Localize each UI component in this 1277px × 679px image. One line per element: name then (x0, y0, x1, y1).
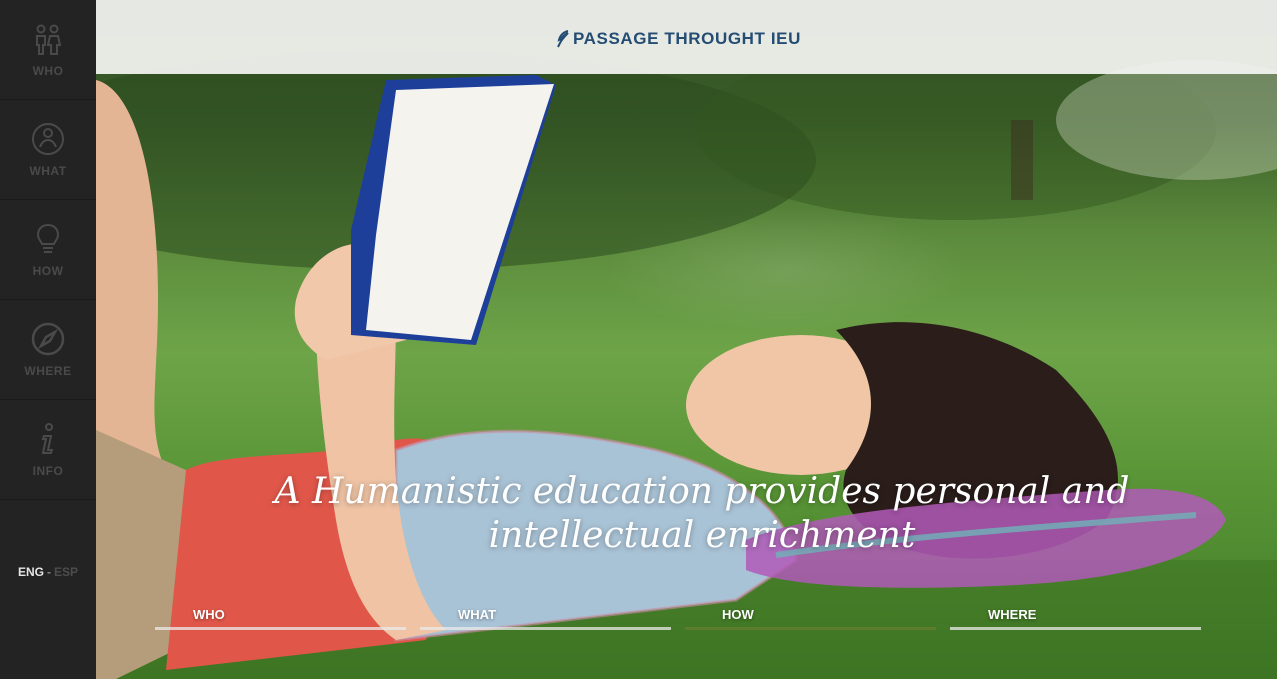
hero-headline: A Humanistic education provides personal… (274, 471, 1130, 556)
sidebar-item-label: INFO (32, 463, 64, 478)
lang-esp[interactable]: ESP (54, 565, 78, 579)
section-nav: WHO WHAT HOW WHERE (155, 604, 1201, 630)
sidebar-item-how[interactable]: HOW (0, 200, 96, 300)
section-tab-label: HOW (722, 607, 754, 622)
sidebar-item-who[interactable]: WHO (0, 0, 96, 100)
section-tab-how[interactable]: HOW (685, 604, 936, 630)
brand[interactable]: PASSAGE THROUGHT IEU (556, 29, 801, 49)
sidebar-item-where[interactable]: WHERE (0, 300, 96, 400)
info-icon (31, 422, 65, 456)
section-tab-label: WHO (193, 607, 225, 622)
sidebar-item-label: WHAT (29, 163, 67, 178)
section-tab-label: WHAT (458, 607, 497, 622)
sidebar: WHO WHAT HOW WHERE INFO ENG - ESP (0, 0, 96, 679)
language-switcher: ENG - ESP (0, 565, 96, 579)
people-icon (31, 22, 65, 56)
section-tab-label: WHERE (988, 607, 1037, 622)
section-tab-where[interactable]: WHERE (950, 604, 1201, 630)
sidebar-item-label: WHERE (24, 363, 72, 378)
section-tab-who[interactable]: WHO (155, 604, 406, 630)
lightbulb-icon (31, 222, 65, 256)
lang-eng[interactable]: ENG (18, 565, 44, 579)
brand-title: PASSAGE THROUGHT IEU (573, 29, 801, 48)
lang-separator: - (47, 565, 51, 579)
section-tab-bar (420, 627, 671, 630)
sidebar-item-label: HOW (32, 263, 64, 278)
section-tab-bar (155, 627, 406, 630)
compass-icon (31, 322, 65, 356)
sidebar-item-what[interactable]: WHAT (0, 100, 96, 200)
header-bar: PASSAGE THROUGHT IEU (96, 0, 1277, 74)
sidebar-item-info[interactable]: INFO (0, 400, 96, 500)
section-tab-bar (950, 627, 1201, 630)
hero-image (96, 40, 1277, 679)
feather-logo-icon (556, 30, 570, 48)
section-tab-progress (685, 627, 936, 630)
person-circle-icon (31, 122, 65, 156)
hero-section: PASSAGE THROUGHT IEU A Humanistic educat… (96, 0, 1277, 679)
section-tab-what[interactable]: WHAT (420, 604, 671, 630)
sidebar-item-label: WHO (32, 63, 64, 78)
